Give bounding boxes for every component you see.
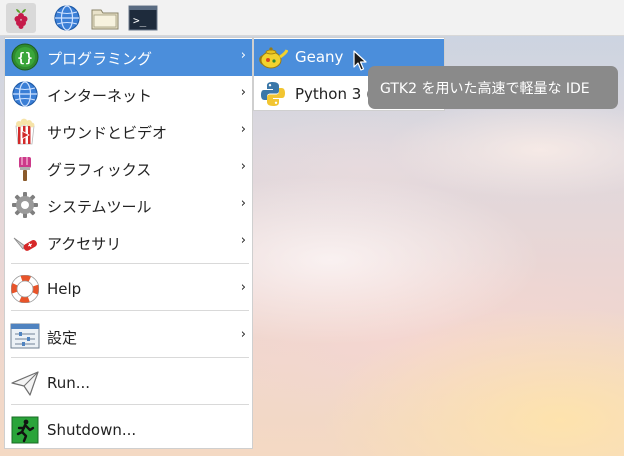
application-menu: {} プログラミング › インターネット › サウンドとビデオ › グラフィック… — [4, 37, 253, 449]
menu-item-label: アクセサリ — [47, 235, 122, 253]
menu-separator — [11, 404, 249, 405]
web-browser-button[interactable] — [52, 3, 82, 33]
menu-item-help[interactable]: Help › — [5, 271, 252, 308]
menu-item-label: Help — [47, 280, 82, 298]
menu-separator — [11, 263, 249, 264]
svg-text:{}: {} — [17, 51, 33, 66]
file-manager-icon — [91, 9, 119, 30]
menu-item-label: インターネット — [47, 87, 153, 105]
mouse-cursor-icon — [353, 50, 367, 71]
web-browser-icon — [54, 5, 80, 31]
svg-text:>_: >_ — [133, 14, 147, 27]
sound-video-icon — [10, 116, 40, 146]
terminal-icon: >_ — [128, 5, 158, 31]
menu-item-graphics[interactable]: グラフィックス › — [5, 150, 252, 187]
geany-teapot-icon — [258, 42, 288, 72]
menu-item-label: 設定 — [47, 329, 78, 347]
menu-item-settings[interactable]: 設定 › — [5, 318, 252, 355]
submenu-arrow-icon: › — [240, 85, 246, 100]
submenu-item-label: Python 3 ( — [295, 85, 372, 103]
tooltip-text: GTK2 を用いた高速で軽量な IDE — [380, 81, 590, 97]
menu-item-label: システムツール — [47, 198, 152, 216]
menu-item-label: Shutdown... — [47, 421, 137, 439]
programming-icon: {} — [10, 42, 40, 72]
menu-item-label: グラフィックス — [47, 161, 152, 179]
menu-item-run[interactable]: Run... — [5, 365, 252, 402]
submenu-arrow-icon: › — [240, 280, 246, 295]
terminal-button[interactable]: >_ — [128, 3, 158, 33]
menu-item-system-tools[interactable]: システムツール › — [5, 187, 252, 224]
submenu-arrow-icon: › — [240, 196, 246, 211]
file-manager-button[interactable] — [90, 3, 120, 33]
settings-panel-icon — [10, 321, 40, 351]
menu-item-shutdown[interactable]: Shutdown... — [5, 412, 252, 449]
internet-globe-icon — [10, 79, 40, 109]
tooltip: GTK2 を用いた高速で軽量な IDE — [368, 66, 618, 109]
submenu-item-label: Geany — [295, 48, 344, 66]
taskbar: >_ — [0, 0, 624, 36]
submenu-arrow-icon: › — [240, 122, 246, 137]
menu-item-label: サウンドとビデオ — [47, 124, 168, 142]
submenu-arrow-icon: › — [240, 159, 246, 174]
help-lifebuoy-icon — [10, 274, 40, 304]
menu-item-sound-video[interactable]: サウンドとビデオ › — [5, 113, 252, 150]
submenu-arrow-icon: › — [240, 233, 246, 248]
menu-separator — [11, 357, 249, 358]
run-paper-plane-icon — [10, 368, 40, 398]
submenu-arrow-icon: › — [240, 327, 246, 342]
shutdown-exit-icon — [10, 415, 40, 445]
python-icon — [258, 79, 288, 109]
system-gear-icon — [10, 190, 40, 220]
graphics-brush-icon — [10, 153, 40, 183]
submenu-arrow-icon: › — [240, 48, 246, 63]
menu-item-programming[interactable]: {} プログラミング › — [5, 39, 252, 76]
menu-separator — [11, 310, 249, 311]
menu-item-internet[interactable]: インターネット › — [5, 76, 252, 113]
accessories-knife-icon — [10, 227, 40, 257]
menu-item-label: Run... — [47, 374, 91, 392]
menu-item-label: プログラミング — [47, 50, 153, 68]
raspberry-menu-button[interactable] — [6, 3, 36, 33]
raspberry-menu-icon — [14, 9, 28, 29]
menu-item-accessories[interactable]: アクセサリ › — [5, 224, 252, 261]
